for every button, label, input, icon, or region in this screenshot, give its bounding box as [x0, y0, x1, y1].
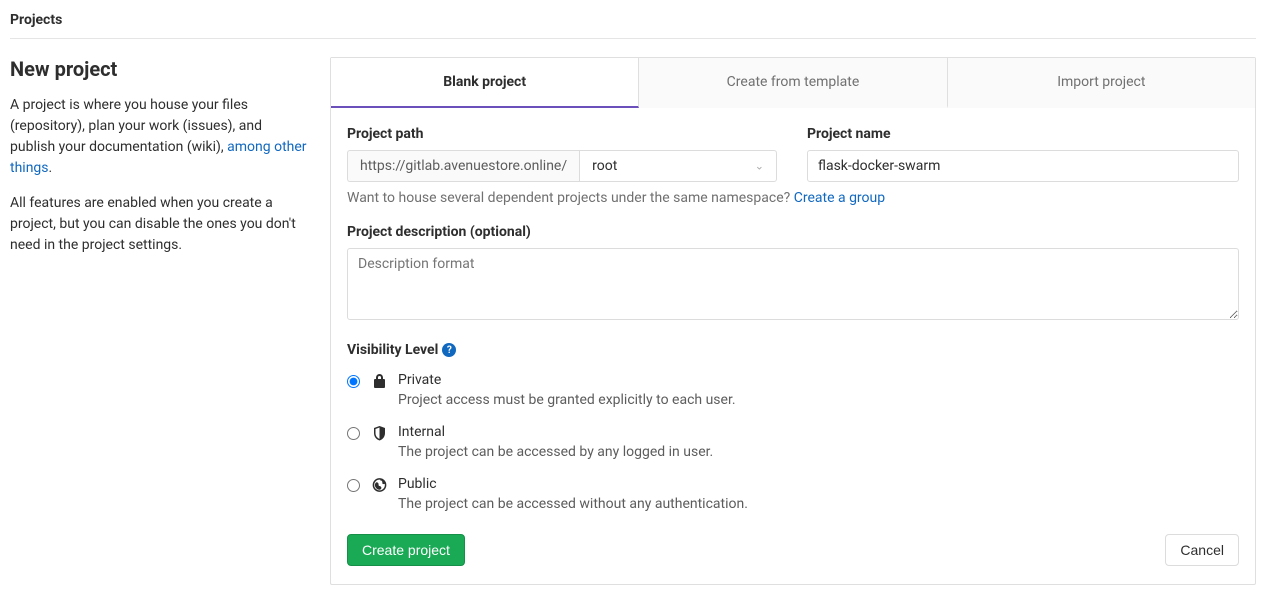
main-panel: Blank project Create from template Impor… — [330, 57, 1256, 585]
side-desc-2: All features are enabled when you create… — [10, 193, 310, 256]
tab-blank-project[interactable]: Blank project — [331, 58, 639, 108]
visibility-public-title: Public — [398, 476, 748, 492]
shield-icon — [370, 425, 388, 441]
namespace-value: root — [592, 158, 617, 174]
project-description-input[interactable] — [347, 248, 1239, 320]
tab-create-from-template[interactable]: Create from template — [639, 58, 947, 108]
create-project-button[interactable]: Create project — [347, 534, 465, 566]
visibility-level-label: Visibility Level — [347, 342, 438, 358]
chevron-down-icon: ⌄ — [755, 160, 764, 173]
visibility-internal-desc: The project can be accessed by any logge… — [398, 444, 713, 460]
cancel-button[interactable]: Cancel — [1165, 534, 1239, 566]
help-icon[interactable]: ? — [442, 343, 456, 357]
page-title: New project — [10, 57, 310, 81]
visibility-internal-title: Internal — [398, 424, 713, 440]
project-description-label: Project description (optional) — [347, 224, 1239, 240]
visibility-public-desc: The project can be accessed without any … — [398, 496, 748, 512]
tab-import-project[interactable]: Import project — [948, 58, 1255, 108]
breadcrumb[interactable]: Projects — [10, 8, 1256, 38]
visibility-internal-radio[interactable] — [347, 427, 360, 440]
namespace-select[interactable]: root ⌄ — [579, 150, 777, 182]
project-name-label: Project name — [807, 126, 1239, 142]
project-name-input[interactable] — [807, 150, 1239, 182]
side-desc-1: A project is where you house your files … — [10, 95, 310, 179]
visibility-public-radio[interactable] — [347, 479, 360, 492]
side-panel: New project A project is where you house… — [10, 57, 310, 585]
lock-icon — [370, 373, 388, 389]
visibility-private-radio[interactable] — [347, 375, 360, 388]
group-helper: Want to house several dependent projects… — [347, 190, 1239, 206]
project-path-addon: https://gitlab.avenuestore.online/ — [347, 150, 579, 182]
divider — [10, 38, 1256, 39]
visibility-private-desc: Project access must be granted explicitl… — [398, 392, 736, 408]
globe-icon — [370, 477, 388, 493]
visibility-private-title: Private — [398, 372, 736, 388]
tabs: Blank project Create from template Impor… — [331, 58, 1255, 108]
project-path-label: Project path — [347, 126, 777, 142]
create-group-link[interactable]: Create a group — [794, 190, 885, 206]
